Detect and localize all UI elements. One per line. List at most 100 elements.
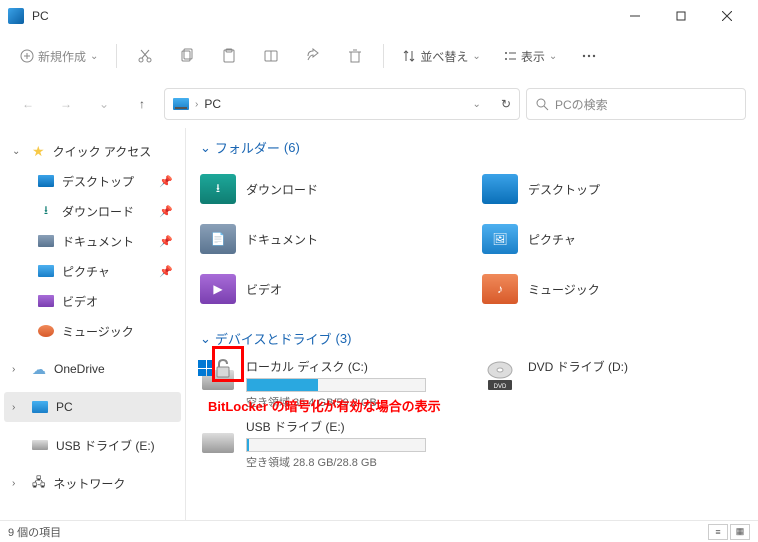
svg-text:DVD: DVD [494,384,507,390]
music-folder-icon: ♪ [482,274,518,304]
annotation-text: BitLocker の暗号化が有効な場合の表示 [208,396,441,415]
separator [116,44,117,68]
folder-label: ミュージック [528,281,600,298]
sidebar-item-pictures[interactable]: ピクチャ📌 [4,256,181,286]
capacity-bar [246,378,426,392]
chevron-down-icon: ⌄ [200,331,211,347]
folder-music[interactable]: ♪ ミュージック [482,267,744,311]
document-icon [38,235,54,247]
status-bar: 9 個の項目 ≡ ▦ [0,520,758,542]
chevron-right-icon[interactable]: › [12,478,24,489]
back-button[interactable]: ← [12,88,44,120]
drive-name: USB ドライブ (E:) [246,418,462,435]
music-icon [38,325,54,337]
sidebar-label: デスクトップ [62,173,134,190]
view-label: 表示 [521,48,545,65]
chevron-right-icon[interactable]: › [12,402,24,413]
search-box[interactable]: PCの検索 [526,88,746,120]
dvd-drive-icon: DVD [482,358,518,394]
pc-icon [173,98,189,110]
paste-icon [221,48,237,64]
details-view-button[interactable]: ≡ [708,524,728,540]
drive-name: ローカル ディスク (C:) [246,358,462,375]
navigation-bar: ← → ⌄ ↑ › PC ⌄ ↻ PCの検索 [0,80,758,128]
chevron-down-icon[interactable]: ⌄ [12,146,24,157]
view-button[interactable]: 表示 ⌄ [495,38,565,74]
forward-button[interactable]: → [50,88,82,120]
desktop-folder-icon [482,174,518,204]
plus-circle-icon [20,49,34,63]
folder-documents[interactable]: 📄ドキュメント [200,217,462,261]
sidebar-label: ダウンロード [62,203,134,220]
sidebar-item-documents[interactable]: ドキュメント📌 [4,226,181,256]
copy-icon [179,48,195,64]
content-pane: ⌄ フォルダー (6) ⭳ダウンロード デスクトップ 📄ドキュメント 🖼 ピクチャ… [185,128,758,520]
drives-header[interactable]: ⌄ デバイスとドライブ (3) [200,329,744,348]
view-icon [503,49,517,63]
sidebar-pc[interactable]: ›PC [4,392,181,422]
title-bar: PC [0,0,758,32]
chevron-down-icon[interactable]: ⌄ [473,99,481,110]
paste-button[interactable] [211,38,247,74]
usb-drive-icon [200,418,236,454]
cut-button[interactable] [127,38,163,74]
usb-icon [32,440,48,450]
video-folder-icon: ▶ [200,274,236,304]
sidebar-item-videos[interactable]: ビデオ [4,286,181,316]
folder-downloads[interactable]: ⭳ダウンロード [200,167,462,211]
maximize-button[interactable] [658,0,704,32]
sidebar-item-downloads[interactable]: ⭳ダウンロード📌 [4,196,181,226]
chevron-right-icon[interactable]: › [12,364,24,375]
address-bar[interactable]: › PC ⌄ ↻ [164,88,520,120]
trash-icon [347,48,363,64]
desktop-icon [38,175,54,187]
sidebar-network[interactable]: ›🖧ネットワーク [4,468,181,498]
sidebar-item-music[interactable]: ミュージック [4,316,181,346]
pc-icon [32,401,48,413]
picture-icon [38,265,54,277]
sidebar-label: ビデオ [62,293,98,310]
download-icon: ⭳ [38,203,54,219]
item-count: 9 個の項目 [8,524,61,540]
folders-header[interactable]: ⌄ フォルダー (6) [200,138,744,157]
new-label: 新規作成 [38,48,86,65]
section-count: (3) [336,331,352,346]
minimize-button[interactable] [612,0,658,32]
drive-name: DVD ドライブ (D:) [528,358,744,375]
cut-icon [137,48,153,64]
sidebar-label: ピクチャ [62,263,110,280]
sidebar-item-desktop[interactable]: デスクトップ📌 [4,166,181,196]
picture-folder-icon: 🖼 [482,224,518,254]
folder-label: ドキュメント [246,231,318,248]
tiles-view-button[interactable]: ▦ [730,524,750,540]
chevron-right-icon: › [195,99,198,110]
share-button[interactable] [295,38,331,74]
window-title: PC [32,9,612,23]
new-button[interactable]: 新規作成 ⌄ [12,38,106,74]
sort-button[interactable]: 並べ替え ⌄ [394,38,488,74]
recent-button[interactable]: ⌄ [88,88,120,120]
drive-e[interactable]: USB ドライブ (E:) 空き領域 28.8 GB/28.8 GB [200,418,462,470]
delete-button[interactable] [337,38,373,74]
section-count: (6) [284,140,300,155]
sidebar-usb[interactable]: ›USB ドライブ (E:) [4,430,181,460]
copy-button[interactable] [169,38,205,74]
folder-label: ダウンロード [246,181,318,198]
rename-button[interactable] [253,38,289,74]
refresh-button[interactable]: ↻ [501,97,511,111]
close-button[interactable] [704,0,750,32]
folder-pictures[interactable]: 🖼 ピクチャ [482,217,744,261]
folder-videos[interactable]: ▶ビデオ [200,267,462,311]
more-button[interactable] [571,38,607,74]
up-button[interactable]: ↑ [126,88,158,120]
rename-icon [263,48,279,64]
toolbar: 新規作成 ⌄ 並べ替え ⌄ 表示 ⌄ [0,32,758,80]
drive-d[interactable]: DVD DVD ドライブ (D:) [482,358,744,410]
star-icon: ★ [32,143,45,160]
chevron-down-icon: ⌄ [549,51,557,62]
sidebar-onedrive[interactable]: ›☁OneDrive [4,354,181,384]
sidebar-label: ドキュメント [62,233,134,250]
sidebar-quick-access[interactable]: ⌄ ★ クイック アクセス [4,136,181,166]
folder-label: ピクチャ [528,231,576,248]
folder-desktop[interactable]: デスクトップ [482,167,744,211]
